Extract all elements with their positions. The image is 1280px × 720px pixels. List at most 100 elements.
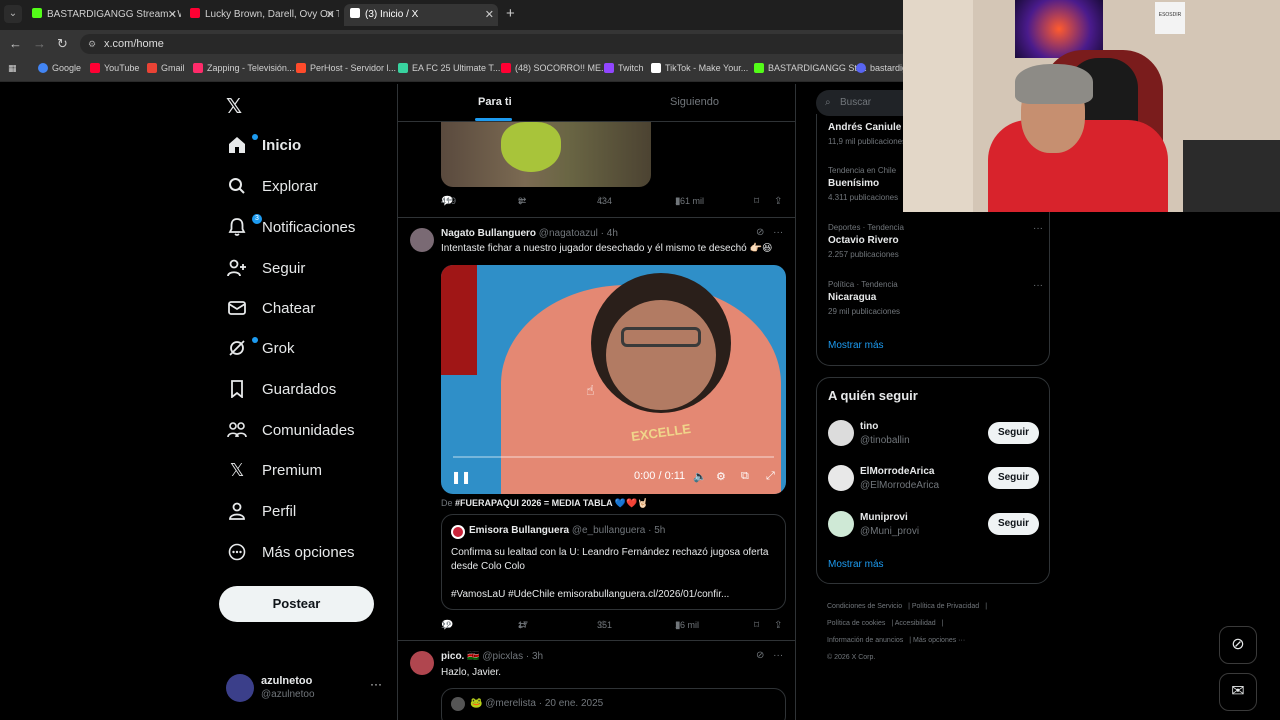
pip-icon[interactable]: ⧉ xyxy=(741,470,749,483)
nav-chat[interactable]: Chatear xyxy=(226,295,315,321)
quote-time: · 20 ene. 2025 xyxy=(538,698,604,709)
avatar[interactable] xyxy=(410,228,434,252)
follow-suggestion[interactable]: ElMorrodeArica @ElMorrodeArica Seguir xyxy=(828,465,1040,495)
post-handle[interactable]: @picxlas xyxy=(482,651,523,662)
community-name[interactable]: #FUERAPAQUI 2026 = MEDIA TABLA 💙❤️🤘🏻 xyxy=(455,498,648,508)
browser-tab-3[interactable]: (3) Inicio / X ✕ xyxy=(344,4,498,26)
post-time[interactable]: · 3h xyxy=(526,651,543,662)
back-icon[interactable]: ← xyxy=(9,36,22,51)
quote-text-line: desde Colo Colo xyxy=(451,561,525,572)
community-source[interactable]: De #FUERAPAQUI 2026 = MEDIA TABLA 💙❤️🤘🏻 xyxy=(441,498,648,509)
browser-tab-2[interactable]: Lucky Brown, Darell, Ovy On The ✕ xyxy=(184,4,339,26)
post-author[interactable]: pico. xyxy=(441,651,464,662)
more-horizontal-icon[interactable]: ··· xyxy=(1033,223,1043,234)
tab-label: BASTARDIGANGG Stream - Wa xyxy=(47,9,181,20)
nav-communities[interactable]: Comunidades xyxy=(226,417,355,443)
more-horizontal-icon[interactable]: ··· xyxy=(773,650,783,661)
bookmark-gmail[interactable]: Gmail xyxy=(147,63,185,73)
grok-float-button[interactable]: ⊘ xyxy=(1219,626,1257,664)
video-controls: ❚❚ 0:00 / 0:11 🔈 ⚙ ⧉ ⤢ xyxy=(441,465,786,491)
new-tab-button[interactable]: + xyxy=(506,5,515,22)
avatar[interactable] xyxy=(410,651,434,675)
x-logo-icon[interactable]: 𝕏 xyxy=(226,94,242,119)
nav-premium[interactable]: 𝕏 Premium xyxy=(226,457,322,483)
google-icon xyxy=(38,63,48,73)
bookmark-bastardig[interactable]: bastardig xyxy=(856,63,907,73)
nav-grok[interactable]: Grok xyxy=(226,335,295,361)
grok-icon[interactable]: ⊘ xyxy=(756,227,764,238)
forward-icon[interactable]: → xyxy=(33,36,46,51)
more-horizontal-icon[interactable]: ··· xyxy=(370,677,382,691)
bookmark-youtube[interactable]: YouTube xyxy=(90,63,139,73)
tab-search-button[interactable]: ⌄ xyxy=(4,5,22,23)
follow-suggestion[interactable]: Muniprovi @Muni_provi Seguir xyxy=(828,511,1040,541)
follow-button[interactable]: Seguir xyxy=(988,513,1039,535)
video-player[interactable]: EXCELLE ❚❚ 0:00 / 0:11 🔈 ⚙ ⧉ ⤢ xyxy=(441,265,786,494)
reload-icon[interactable]: ↻ xyxy=(57,36,68,52)
nav-home[interactable]: Inicio xyxy=(226,132,301,158)
follow-button[interactable]: Seguir xyxy=(988,422,1039,444)
like-count: 434 xyxy=(597,196,613,206)
post-button[interactable]: Postear xyxy=(219,586,374,622)
volume-icon[interactable]: 🔈 xyxy=(693,470,707,483)
trend-item[interactable]: Deportes · Tendencia Octavio Rivero 2.25… xyxy=(828,223,1043,259)
footer-link[interactable]: Política de cookies xyxy=(827,620,885,627)
webcam-streamer-hair xyxy=(1015,64,1093,104)
more-horizontal-icon[interactable]: ··· xyxy=(1033,280,1043,291)
nav-profile[interactable]: Perfil xyxy=(226,498,296,524)
bookmark-bastardigangg[interactable]: BASTARDIGANGG Str... xyxy=(754,63,867,73)
account-switcher[interactable]: azulnetoo @azulnetoo ··· xyxy=(226,674,386,704)
messages-float-button[interactable]: ✉ xyxy=(1219,673,1257,711)
post-handle[interactable]: @nagatoazul xyxy=(539,228,598,239)
apps-icon[interactable]: ▦ xyxy=(8,63,17,74)
bookmark-socorro[interactable]: (48) SOCORRO!! ME... xyxy=(501,63,609,73)
bookmark-twitch[interactable]: Twitch xyxy=(604,63,644,73)
bookmark-zapping[interactable]: Zapping - Televisión... xyxy=(193,63,294,73)
follow-button[interactable]: Seguir xyxy=(988,467,1039,489)
nav-more-options[interactable]: Más opciones xyxy=(226,539,355,565)
quoted-post[interactable]: 🐸 @merelista · 20 ene. 2025 xyxy=(441,688,786,720)
trend-item[interactable]: Política · Tendencia Nicaragua 29 mil pu… xyxy=(828,280,1043,316)
post-time[interactable]: · 4h xyxy=(601,228,618,239)
grok-icon[interactable]: ⊘ xyxy=(756,650,764,661)
feed-tabs: Para ti Siguiendo xyxy=(398,84,795,122)
footer-link[interactable]: Más opciones ··· xyxy=(913,637,965,644)
pause-icon[interactable]: ❚❚ xyxy=(451,470,471,484)
bookmark-eafc[interactable]: EA FC 25 Ultimate T... xyxy=(398,63,500,73)
post-author[interactable]: Nagato Bullanguero xyxy=(441,228,536,239)
browser-tab-1[interactable]: BASTARDIGANGG Stream - Wa ✕ xyxy=(26,4,181,26)
close-tab-icon[interactable]: ✕ xyxy=(485,4,494,26)
show-more-trends-link[interactable]: Mostrar más xyxy=(828,340,884,351)
bookmark-perhost[interactable]: PerHost - Servidor l... xyxy=(296,63,396,73)
previous-post-image[interactable] xyxy=(441,122,651,187)
footer-link[interactable]: Información de anuncios xyxy=(827,637,903,644)
bookmark-label: Zapping - Televisión... xyxy=(207,63,295,73)
bookmark-tiktok[interactable]: TikTok - Make Your... xyxy=(651,63,748,73)
close-tab-icon[interactable]: ✕ xyxy=(168,4,177,26)
quote-time: · 5h xyxy=(648,525,666,536)
nav-notifications[interactable]: 3 Notificaciones xyxy=(226,214,355,240)
copyright: © 2026 X Corp. xyxy=(827,654,876,661)
unread-dot xyxy=(252,337,258,343)
video-progress-bar[interactable] xyxy=(453,456,774,458)
nav-follow[interactable]: Seguir xyxy=(226,255,305,281)
close-tab-icon[interactable]: ✕ xyxy=(326,4,335,26)
footer-link[interactable]: Accesibilidad xyxy=(895,620,936,627)
tab-for-you[interactable]: Para ti xyxy=(478,96,512,108)
settings-icon[interactable]: ⚙ xyxy=(716,470,726,483)
bookmark-google[interactable]: Google xyxy=(38,63,81,73)
quoted-post[interactable]: Emisora Bullanguera @e_bullanguera · 5h … xyxy=(441,514,786,610)
show-more-follow-link[interactable]: Mostrar más xyxy=(828,559,884,570)
footer-link[interactable]: Política de Privacidad xyxy=(912,603,979,610)
url-field[interactable]: ⚙ x.com/home xyxy=(80,34,910,54)
footer-link[interactable]: Condiciones de Servicio xyxy=(827,603,902,610)
nav-label: Comunidades xyxy=(262,421,355,439)
bookmark-label: Twitch xyxy=(618,63,644,73)
nav-explore[interactable]: Explorar xyxy=(226,173,318,199)
fullscreen-icon[interactable]: ⤢ xyxy=(766,470,775,483)
tab-following[interactable]: Siguiendo xyxy=(670,96,719,108)
nav-bookmarks[interactable]: Guardados xyxy=(226,376,336,402)
more-horizontal-icon[interactable]: ··· xyxy=(773,227,783,238)
site-info-icon[interactable]: ⚙ xyxy=(88,34,96,54)
follow-suggestion[interactable]: tino @tinoballin Seguir xyxy=(828,420,1040,450)
